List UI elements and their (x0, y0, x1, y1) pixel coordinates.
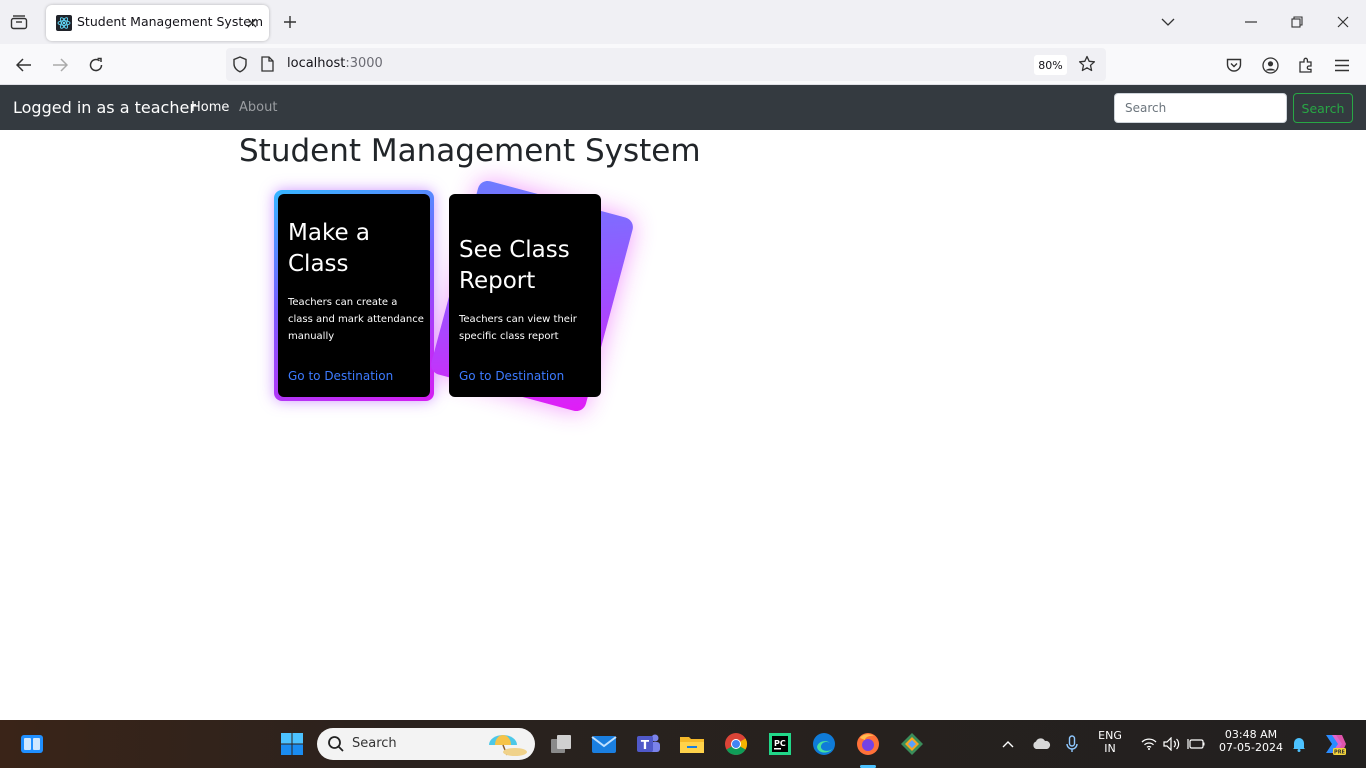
svg-text:T: T (641, 738, 650, 752)
restore-icon[interactable] (1285, 10, 1309, 34)
close-window-icon[interactable] (1331, 10, 1355, 34)
nav-link-about[interactable]: About (239, 100, 277, 115)
widgets-icon[interactable] (18, 730, 46, 758)
browser-toolbar: localhost:3000 80% (0, 44, 1366, 85)
forward-arrow-icon[interactable] (48, 53, 72, 77)
card-title: Make a Class (288, 220, 370, 277)
reload-icon[interactable] (84, 53, 108, 77)
taskbar-search-label: Search (352, 736, 397, 751)
minimize-icon[interactable] (1239, 10, 1263, 34)
new-tab-icon[interactable] (280, 12, 300, 32)
onedrive-cloud-icon[interactable] (1027, 730, 1055, 758)
bookmark-star-icon[interactable] (1078, 55, 1096, 77)
go-to-destination-link[interactable]: Go to Destination (288, 369, 393, 383)
search-icon (327, 735, 345, 757)
pocket-icon[interactable] (1222, 53, 1246, 77)
back-arrow-icon[interactable] (12, 53, 36, 77)
shield-icon[interactable] (232, 56, 248, 77)
language-code: ENG (1098, 729, 1122, 742)
notification-bell-icon[interactable] (1285, 730, 1313, 758)
teams-icon[interactable]: T (634, 730, 662, 758)
clock[interactable]: 03:48 AM 07-05-2024 (1212, 728, 1290, 754)
card-title: See Class Report (459, 237, 570, 294)
card-description: Teachers can view their specific class r… (459, 314, 577, 342)
pycharm-icon[interactable]: PC (766, 730, 794, 758)
copilot-icon[interactable]: PRE (1320, 730, 1348, 758)
language-region: IN (1104, 742, 1116, 755)
extensions-icon[interactable] (1294, 53, 1318, 77)
taskbar-search-box[interactable]: Search (317, 728, 535, 760)
search-button[interactable]: Search (1293, 93, 1353, 123)
chevron-down-icon[interactable] (1156, 10, 1180, 34)
svg-text:PRE: PRE (1334, 750, 1346, 756)
card-see-class-report: See Class Report Teachers can view their… (449, 194, 601, 397)
chevron-up-icon[interactable] (994, 730, 1022, 758)
windows-taskbar: Search T PC ENG IN 03:48 AM 07-05-2024 P… (0, 720, 1366, 768)
clock-date: 07-05-2024 (1219, 741, 1283, 754)
svg-text:PC: PC (774, 739, 786, 748)
browser-tabstrip: Student Management System (0, 0, 1366, 44)
page-info-icon[interactable] (261, 56, 274, 76)
edge-icon[interactable] (810, 730, 838, 758)
menu-hamburger-icon[interactable] (1330, 53, 1354, 77)
search-input[interactable] (1114, 93, 1287, 123)
firefox-icon[interactable] (854, 730, 882, 758)
close-tab-icon[interactable] (243, 14, 261, 32)
url-port: :3000 (345, 56, 383, 71)
navbar-brand[interactable]: Logged in as a teacher (13, 98, 196, 117)
zoom-level-badge[interactable]: 80% (1034, 55, 1067, 75)
microphone-icon[interactable] (1058, 730, 1086, 758)
card-make-class: Make a Class Teachers can create a class… (278, 194, 430, 397)
go-to-destination-link[interactable]: Go to Destination (459, 369, 564, 383)
language-indicator[interactable]: ENG IN (1093, 729, 1127, 755)
tab-title: Student Management System (77, 14, 264, 29)
card-description: Teachers can create a class and mark att… (288, 297, 424, 342)
clock-time: 03:48 AM (1224, 728, 1278, 741)
snipping-tool-icon[interactable] (898, 730, 926, 758)
url-text[interactable]: localhost:3000 (287, 56, 383, 71)
chrome-icon[interactable] (722, 730, 750, 758)
browser-tab-active[interactable]: Student Management System (46, 5, 269, 41)
tab-list-icon[interactable] (8, 11, 30, 33)
nav-link-home[interactable]: Home (191, 100, 229, 115)
beach-umbrella-icon (485, 731, 531, 761)
account-icon[interactable] (1258, 53, 1282, 77)
battery-icon[interactable] (1182, 730, 1210, 758)
url-host: localhost (287, 56, 346, 71)
task-view-icon[interactable] (547, 730, 575, 758)
site-navbar: Logged in as a teacher Home About Search (0, 85, 1366, 130)
react-favicon-icon (56, 15, 72, 31)
start-windows-icon[interactable] (278, 730, 306, 758)
mail-icon[interactable] (590, 730, 618, 758)
address-bar[interactable]: localhost:3000 80% (226, 48, 1106, 81)
page-title: Student Management System (239, 133, 701, 169)
file-explorer-icon[interactable] (678, 730, 706, 758)
